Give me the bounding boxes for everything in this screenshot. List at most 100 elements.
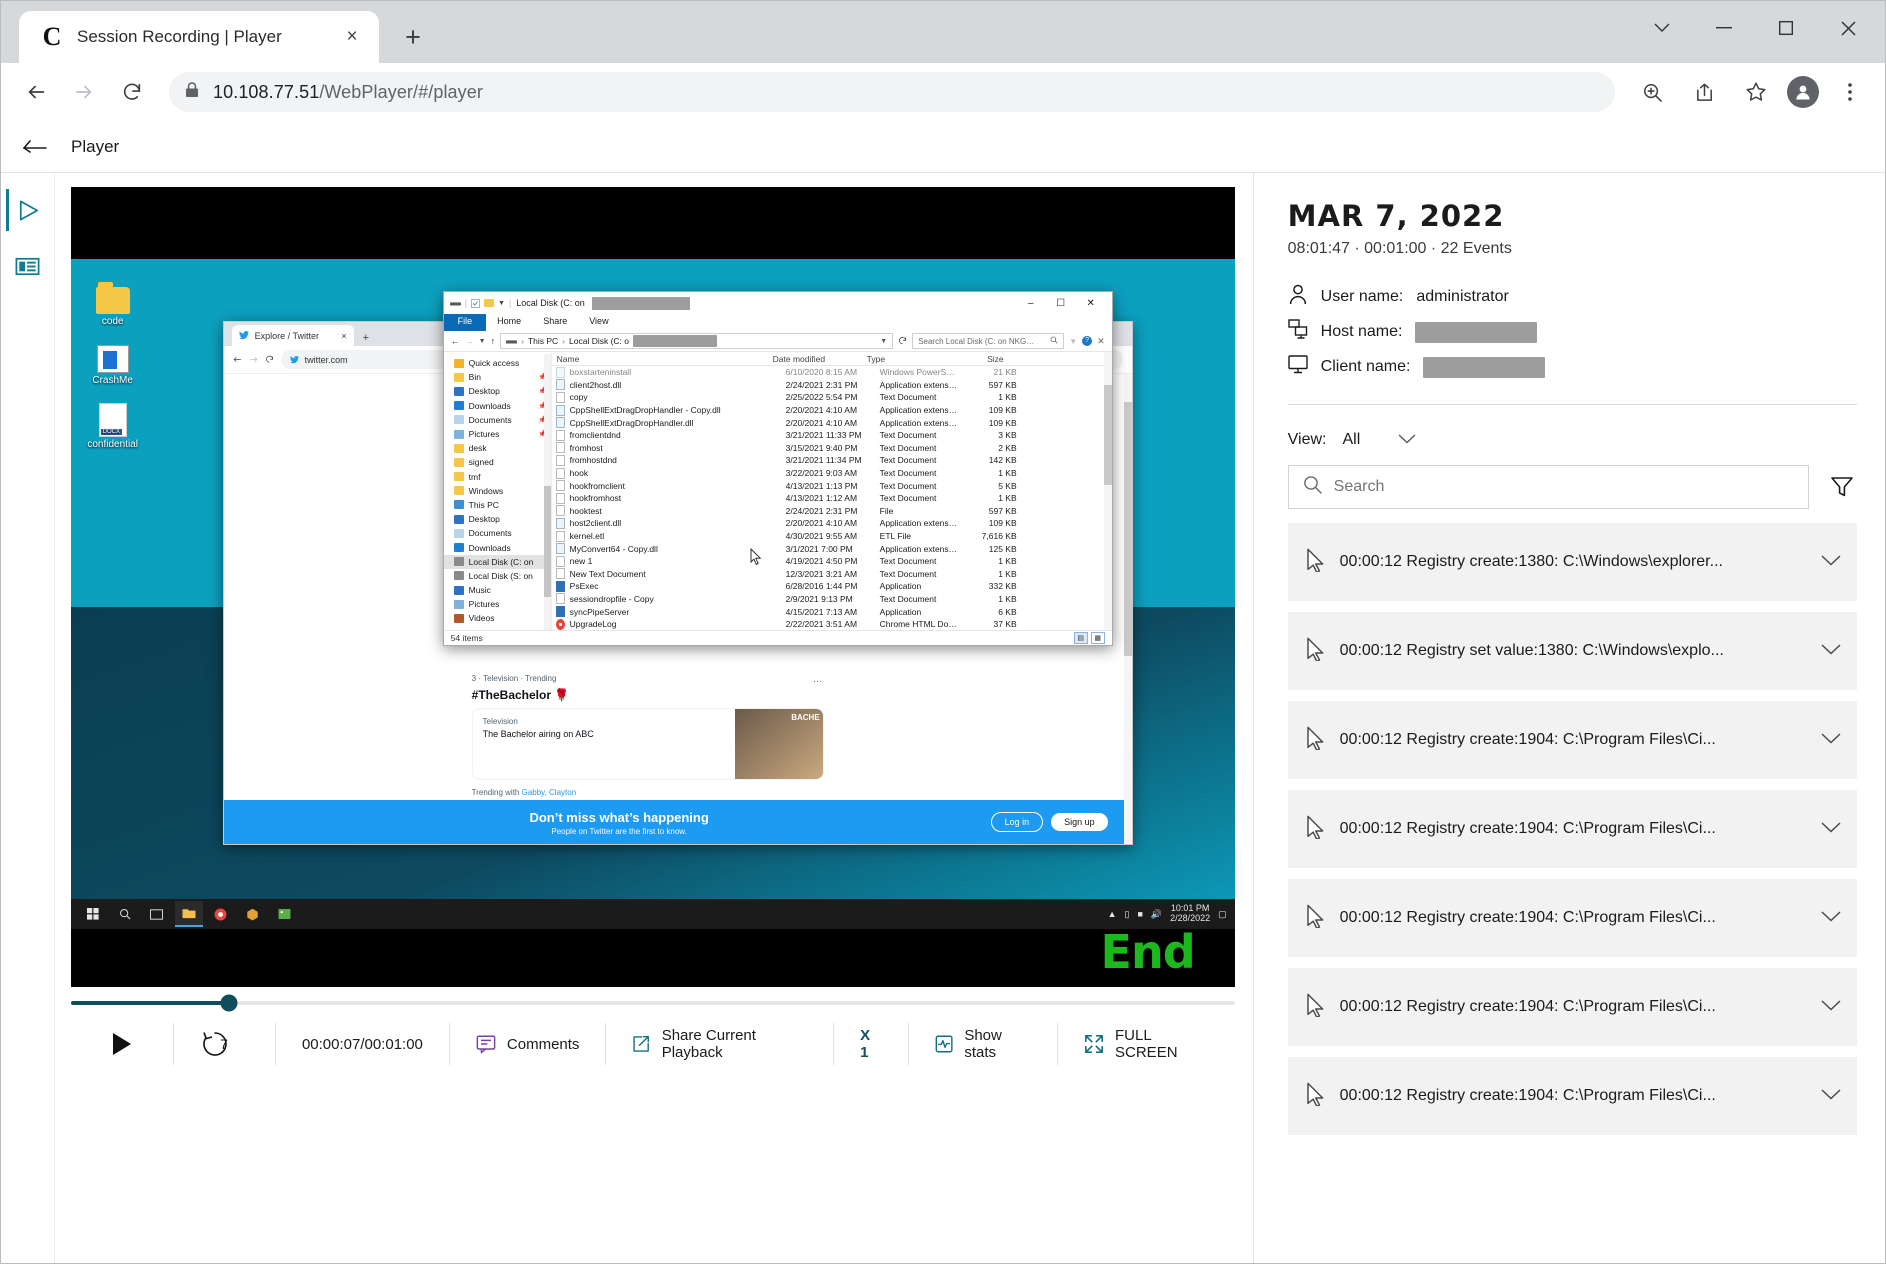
maximize-icon[interactable]: [1757, 7, 1815, 49]
share-icon[interactable]: [1683, 71, 1725, 113]
file-row[interactable]: sessiondropfile - Copy 2/9/2021 9:13 PM Te…: [552, 593, 1112, 606]
taskbar-clock[interactable]: 10:01 PM 2/28/2022: [1170, 903, 1210, 924]
network-icon[interactable]: ▯: [1124, 909, 1129, 920]
profile-avatar[interactable]: [1787, 76, 1819, 108]
nav-item[interactable]: Local Disk (C: on: [443, 554, 551, 569]
taskbar-chrome-icon[interactable]: [207, 901, 235, 927]
login-button[interactable]: Log in: [990, 812, 1044, 832]
details-view-icon[interactable]: ▤: [1073, 632, 1088, 644]
close-icon[interactable]: ×: [341, 331, 346, 341]
large-icons-view-icon[interactable]: ▦: [1090, 632, 1105, 644]
forward-icon[interactable]: [249, 351, 258, 369]
play-button[interactable]: [71, 1023, 175, 1065]
nav-item[interactable]: Music: [444, 583, 551, 597]
desktop-icon-code[interactable]: code: [81, 282, 145, 327]
help-icon[interactable]: ?: [1082, 336, 1093, 346]
back-icon[interactable]: [15, 71, 57, 113]
refresh-icon[interactable]: [898, 336, 907, 347]
event-item[interactable]: 00:00:12 Registry create:1380: C:\Window…: [1287, 523, 1857, 601]
forward-icon[interactable]: [63, 71, 105, 113]
new-tab-button[interactable]: +: [391, 15, 435, 59]
remote-explorer-window[interactable]: | ▼ | Local Disk (C: on – ☐ ✕ File Home …: [442, 291, 1113, 646]
nav-item[interactable]: Downloads 📌: [444, 399, 551, 413]
battery-icon[interactable]: ■: [1137, 909, 1142, 919]
bookmark-star-icon[interactable]: [1735, 71, 1777, 113]
chevron-down-icon[interactable]: [1821, 642, 1841, 660]
reload-icon[interactable]: [265, 351, 274, 369]
ribbon-tab-share[interactable]: Share: [532, 314, 578, 331]
nav-item[interactable]: Pictures 📌: [444, 427, 551, 441]
column-size[interactable]: Size: [952, 354, 1010, 364]
file-row[interactable]: fromclientdnd 3/21/2021 11:33 PM Text Docu…: [552, 429, 1112, 442]
nav-item[interactable]: signed: [444, 455, 551, 469]
file-row[interactable]: syncPipeServer 4/15/2021 7:13 AM Applicati…: [552, 605, 1112, 618]
chevron-down-icon[interactable]: [1821, 998, 1841, 1016]
explorer-search-box[interactable]: Search Local Disk (C: on NKG…: [912, 333, 1065, 349]
back-icon[interactable]: ←: [451, 336, 460, 346]
nav-item[interactable]: Pictures: [444, 597, 551, 611]
file-row[interactable]: MyConvert64 - Copy.dll 3/1/2021 7:00 PM Ap…: [552, 542, 1112, 555]
explorer-nav-pane[interactable]: Quick access Bin 📌 Desktop 📌 Downloads 📌 Docume…: [443, 352, 552, 630]
ribbon-tab-file[interactable]: File: [443, 314, 487, 331]
nav-item[interactable]: desk: [444, 441, 551, 455]
ribbon-tab-view[interactable]: View: [578, 314, 619, 331]
event-search-box[interactable]: [1287, 465, 1809, 509]
chevron-down-icon[interactable]: [1398, 431, 1416, 449]
event-item[interactable]: 00:00:12 Registry create:1904: C:\Progra…: [1287, 701, 1857, 779]
nav-item[interactable]: Documents 📌: [444, 413, 551, 427]
comments-button[interactable]: Comments: [450, 1023, 607, 1065]
zoom-icon[interactable]: [1631, 71, 1673, 113]
nav-item[interactable]: Videos: [444, 611, 551, 625]
file-row[interactable]: UpgradeLog 2/22/2021 3:51 AM Chrome HTML D…: [552, 618, 1112, 630]
minimize-icon[interactable]: –: [1016, 292, 1046, 314]
close-icon[interactable]: ✕: [1076, 292, 1106, 314]
file-row[interactable]: hooktest 2/24/2021 2:31 PM File 597 KB: [552, 505, 1112, 518]
sidebar-item-player[interactable]: [6, 189, 48, 231]
breadcrumb-this-pc[interactable]: This PC: [528, 336, 558, 346]
nav-item[interactable]: Documents: [444, 526, 551, 540]
file-list-scrollbar[interactable]: [1103, 352, 1112, 630]
volume-icon[interactable]: 🔊: [1151, 909, 1162, 920]
event-item[interactable]: 00:00:12 Registry create:1904: C:\Progra…: [1287, 790, 1857, 868]
column-type[interactable]: Type: [862, 354, 952, 364]
event-item[interactable]: 00:00:12 Registry create:1904: C:\Progra…: [1287, 1057, 1857, 1135]
session-screen[interactable]: code CrashMe DOCX confidential Explore /…: [70, 187, 1235, 987]
chevron-down-icon[interactable]: [1633, 7, 1691, 49]
twitter-tab[interactable]: Explore / Twitter ×: [231, 325, 354, 346]
file-row[interactable]: fromhostdnd 3/21/2021 11:34 PM Text Docume…: [552, 454, 1112, 467]
breadcrumb-local-disk[interactable]: Local Disk (C: o: [569, 336, 629, 346]
column-name[interactable]: Name: [552, 354, 768, 364]
browser-tab[interactable]: C Session Recording | Player ×: [19, 11, 379, 63]
explorer-address-bar[interactable]: › This PC › Local Disk (C: o ▼: [500, 333, 894, 349]
event-item[interactable]: 00:00:12 Registry create:1904: C:\Progra…: [1287, 879, 1857, 957]
nav-item[interactable]: Bin 📌: [444, 370, 551, 384]
share-playback-button[interactable]: Share Current Playback: [606, 1023, 835, 1065]
chevron-down-icon[interactable]: [1821, 553, 1841, 571]
file-row[interactable]: hook 3/22/2021 9:03 AM Text Document 1 KB: [552, 467, 1112, 480]
explorer-close-overlay-icon[interactable]: ✕: [1097, 336, 1105, 347]
event-item[interactable]: 00:00:12 Registry create:1904: C:\Progra…: [1287, 968, 1857, 1046]
trend-preview[interactable]: Television The Bachelor airing on ABC BA…: [471, 708, 824, 780]
signup-button[interactable]: Sign up: [1051, 813, 1108, 831]
fullscreen-button[interactable]: FULL SCREEN: [1058, 1023, 1235, 1065]
file-row[interactable]: copy 2/25/2022 5:54 PM Text Document 1 KB: [552, 391, 1112, 404]
minimize-icon[interactable]: [1695, 7, 1753, 49]
file-row[interactable]: kernel.etl 4/30/2021 9:55 AM ETL File 7,616…: [552, 530, 1112, 543]
file-row[interactable]: PsExec 6/28/2016 1:44 PM Application 332 KB: [552, 580, 1112, 593]
file-row[interactable]: fromhost 3/15/2021 9:40 PM Text Document 2 …: [552, 442, 1112, 455]
desktop-icon-crashme[interactable]: CrashMe: [81, 345, 145, 386]
chevron-down-icon[interactable]: [1821, 1087, 1841, 1105]
chevron-down-icon[interactable]: [1821, 731, 1841, 749]
nav-item[interactable]: Desktop: [444, 512, 551, 526]
nav-item[interactable]: This PC: [444, 498, 551, 512]
browser-menu-icon[interactable]: [1829, 71, 1871, 113]
file-row[interactable]: new 1 4/19/2021 4:50 PM Text Document 1 KB: [552, 555, 1112, 568]
recent-locations-icon[interactable]: ▼: [479, 338, 486, 345]
file-row[interactable]: CppShellExtDragDropHandler.dll 2/20/2021 …: [552, 416, 1112, 429]
desktop-icon-confidential[interactable]: DOCX confidential: [81, 403, 145, 450]
nav-item[interactable]: tmf: [444, 470, 551, 484]
task-view-icon[interactable]: [143, 901, 171, 927]
maximize-icon[interactable]: ☐: [1046, 292, 1076, 314]
chevron-down-icon[interactable]: [1821, 909, 1841, 927]
nav-item[interactable]: Local Disk (S: on: [444, 569, 551, 583]
